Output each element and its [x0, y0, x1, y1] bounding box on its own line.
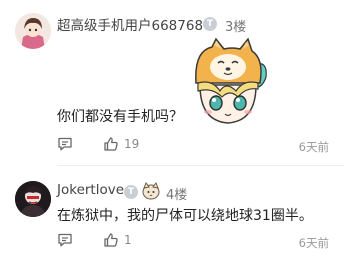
username[interactable]: 超高级手机用户668768	[57, 14, 203, 34]
comment-time: 6天前	[298, 236, 329, 250]
reply-button[interactable]	[57, 136, 73, 152]
like-button[interactable]: 19	[103, 136, 139, 152]
user-level-badge: T	[203, 17, 217, 31]
comment-item: Jokertlove T 4楼 在炼狱中，我的尸体可以绕地球31圈半。 1 6天…	[0, 166, 344, 260]
comment-time: 6天前	[298, 140, 329, 154]
shiba-sticker-image	[182, 37, 274, 129]
thumbs-up-icon	[104, 137, 118, 151]
floor-number: 3楼	[225, 20, 247, 35]
reply-icon	[58, 233, 72, 247]
thumbs-up-icon	[104, 233, 118, 247]
comment-text: 你们都没有手机吗？	[57, 109, 183, 125]
reply-icon	[58, 137, 72, 151]
user-avatar[interactable]	[15, 181, 51, 217]
comment-text: 在炼狱中，我的尸体可以绕地球31圈半。	[57, 208, 313, 224]
comment-item: 超高级手机用户668768 T 3楼 你们都没有手机吗？ 19 6天前	[0, 0, 344, 166]
floor-number: 4楼	[166, 188, 188, 203]
user-avatar[interactable]	[15, 13, 51, 49]
user-level-badge: T	[124, 185, 138, 199]
like-count: 1	[124, 233, 132, 247]
reply-button[interactable]	[57, 232, 73, 248]
like-count: 19	[124, 137, 140, 151]
username[interactable]: Jokertlove	[57, 182, 124, 198]
like-button[interactable]: 1	[103, 232, 132, 248]
pet-badge-icon	[141, 181, 161, 201]
